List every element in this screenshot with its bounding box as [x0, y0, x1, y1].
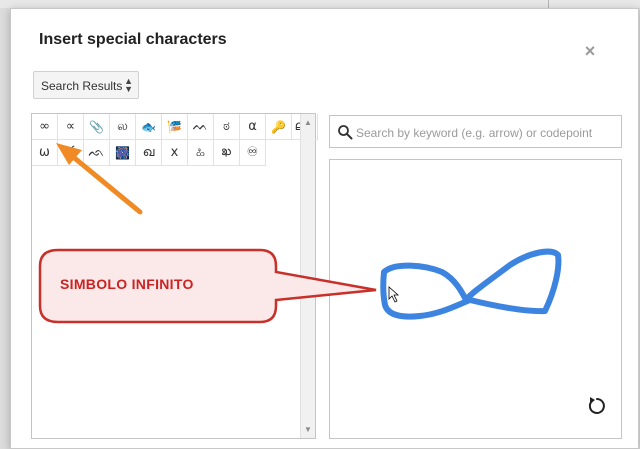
- reset-rotate-icon[interactable]: [586, 395, 608, 417]
- insert-special-characters-dialog: Insert special characters × Search Resul…: [10, 8, 639, 449]
- scroll-up-arrow-icon[interactable]: ▲: [304, 118, 312, 127]
- char-cell-fish[interactable]: 🐟: [136, 114, 162, 140]
- category-select-value: Search Results: [41, 79, 123, 93]
- char-cell-tai-tham-letter[interactable]: ᨓ: [188, 114, 214, 140]
- search-icon: [338, 125, 353, 140]
- scroll-down-arrow-icon[interactable]: ▼: [304, 425, 312, 434]
- char-cell-alpha[interactable]: α: [240, 114, 266, 140]
- category-select[interactable]: Search Results ▲ ▼: [33, 71, 139, 99]
- search-input[interactable]: [354, 117, 622, 148]
- search-box[interactable]: [329, 115, 622, 148]
- callout-text: SIMBOLO INFINITO: [60, 276, 194, 292]
- char-cell-telugu-kha[interactable]: ఖ: [214, 140, 240, 166]
- char-cell-tamil-la[interactable]: ல: [110, 114, 136, 140]
- grid-scrollbar[interactable]: ▲ ▼: [300, 114, 315, 438]
- char-cell-fireworks[interactable]: 🎆: [110, 140, 136, 166]
- backdrop-divider: [548, 0, 549, 8]
- char-cell-latin-x[interactable]: x: [162, 140, 188, 166]
- close-button[interactable]: ×: [581, 42, 599, 60]
- char-cell-tai-tham-letter-2[interactable]: ᨒ: [84, 140, 110, 166]
- char-cell-malayalam-kha[interactable]: ഖ: [136, 140, 162, 166]
- select-arrows-icon: ▲ ▼: [124, 76, 133, 94]
- char-cell-telugu-tha[interactable]: ఠ: [58, 140, 84, 166]
- char-cell-kannada-tha[interactable]: ಠ: [214, 114, 240, 140]
- char-cell-omega[interactable]: ω: [32, 140, 58, 166]
- char-cell-infinity-circled[interactable]: ♾: [240, 140, 266, 166]
- char-cell-infinity[interactable]: ∞: [32, 114, 58, 140]
- handwriting-draw-area[interactable]: [329, 159, 622, 439]
- backdrop: [0, 0, 640, 8]
- char-cell-paperclip[interactable]: 📎: [84, 114, 110, 140]
- char-cell-carp-streamer[interactable]: 🎏: [162, 114, 188, 140]
- char-cell-proportional-to[interactable]: ∝: [58, 114, 84, 140]
- char-cell-key[interactable]: 🔑: [266, 114, 292, 140]
- dialog-title: Insert special characters: [39, 31, 227, 48]
- char-cell-kannada-hi[interactable]: ಹಿ: [188, 140, 214, 166]
- character-grid: ∞∝📎ல🐟🎏ᨓಠα🔑ലറωఠᨒ🎆ഖxಹಿఖ♾: [32, 114, 318, 166]
